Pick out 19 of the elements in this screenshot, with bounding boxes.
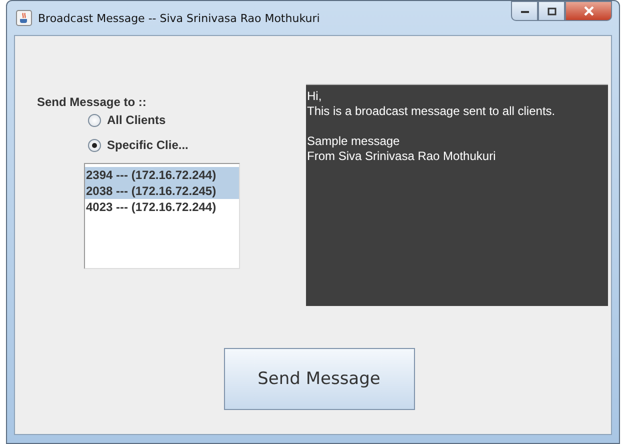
maximize-button[interactable] xyxy=(538,1,565,21)
maximize-icon xyxy=(546,6,556,16)
window-title: Broadcast Message -- Siva Srinivasa Rao Mothukuri xyxy=(38,12,320,24)
minimize-icon xyxy=(520,8,530,14)
message-area[interactable]: Hi, This is a broadcast message sent to all clients. Sample message From Siva Srinivasa Rao Mothukuri xyxy=(306,84,608,306)
radio-button[interactable] xyxy=(88,138,101,152)
radio-label[interactable]: Specific Clie... xyxy=(107,138,188,152)
client-list-item[interactable]: 2038 --- (172.16.72.245) xyxy=(85,183,239,199)
client-list[interactable]: 2394 --- (172.16.72.244) 2038 --- (172.16.72.245) 4023 --- (172.16.72.244) xyxy=(84,163,240,269)
minimize-button[interactable] xyxy=(511,1,538,21)
client-list-item[interactable]: 4023 --- (172.16.72.244) xyxy=(85,199,239,215)
radio-label[interactable]: All Clients xyxy=(107,113,166,127)
coffee-cup-icon xyxy=(16,10,32,26)
close-icon xyxy=(582,6,594,16)
radio-button[interactable] xyxy=(88,114,101,126)
send-message-button[interactable]: Send Message xyxy=(224,348,414,410)
close-button[interactable] xyxy=(565,1,612,21)
client-list-item[interactable]: 2394 --- (172.16.72.244) xyxy=(85,167,239,183)
recipients-label: Send Message to :: xyxy=(37,95,148,109)
